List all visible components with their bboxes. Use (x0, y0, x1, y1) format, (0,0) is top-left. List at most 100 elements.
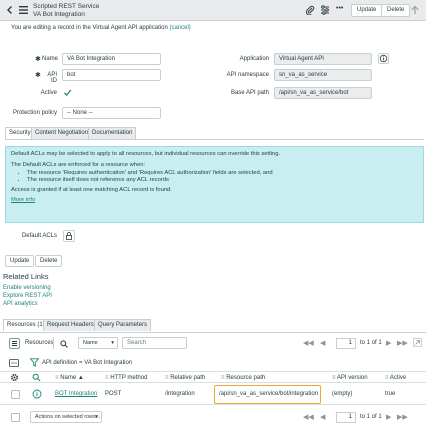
column-header-label: HTTP method (110, 375, 148, 381)
column-search-icon[interactable] (32, 373, 41, 382)
preview-info-icon[interactable] (32, 389, 42, 399)
hamburger-menu-icon[interactable] (19, 6, 28, 14)
column-menu-icon[interactable]: ≡ (55, 375, 59, 381)
footer-next-page-icon[interactable]: ▶ (386, 413, 391, 421)
form-title-record: VA Bot Integration (33, 10, 85, 18)
search-field-value: Name (83, 340, 98, 346)
tab-query-parameters[interactable]: Query Parameters (94, 319, 152, 331)
base-api-path-field: /api/sn_va_as_service/bot (274, 87, 372, 99)
column-menu-icon[interactable]: ≡ (332, 375, 336, 381)
next-page-icon[interactable]: ▶ (386, 339, 391, 347)
footer-first-page-icon[interactable]: ◀◀ (303, 413, 314, 421)
column-header-label: Resource path (226, 375, 266, 381)
cancel-link[interactable]: (cancel) (169, 25, 190, 31)
chevron-down-icon: ▾ (95, 414, 98, 420)
column-menu-icon[interactable]: ≡ (221, 375, 225, 381)
footer-page-number-input[interactable]: 1 (336, 412, 356, 423)
more-options-icon[interactable]: ••• (336, 5, 343, 12)
security-info-box: Default ACLs may be selected to apply to… (5, 146, 424, 223)
default-acls-label: Default ACLs (21, 233, 57, 239)
column-header-http-method[interactable]: ≡ HTTP method (105, 375, 147, 381)
actions-select[interactable]: Actions on selected rows... ▾ (30, 411, 102, 423)
row-http-method: POST (105, 391, 122, 397)
column-header-name[interactable]: ≡ Name ▲ (55, 375, 84, 381)
search-field-select[interactable]: Name ▾ (78, 337, 118, 349)
search-icon (60, 340, 68, 350)
name-label: Name (42, 56, 59, 62)
actions-select-value: Actions on selected rows... (35, 414, 101, 420)
delete-button[interactable]: Delete (381, 4, 411, 17)
settings-sliders-icon[interactable] (320, 5, 330, 15)
active-checkbox[interactable] (63, 88, 72, 97)
page-total: to 1 of 1 (360, 340, 382, 346)
filter-breadcrumb[interactable]: API definition = VA Bot Integration (42, 360, 132, 366)
column-header-relative-path[interactable]: ≡ Relative path (165, 375, 205, 381)
page-number-input[interactable]: 1 (336, 338, 356, 349)
notice-text: You are editing a record in the Virtual … (11, 25, 168, 31)
row-checkbox[interactable] (11, 390, 20, 399)
related-links-heading: Related Links (3, 272, 49, 281)
footer-page-total: to 1 of 1 (360, 414, 382, 420)
last-page-icon[interactable]: ▶▶ (397, 339, 408, 347)
row-resource-path: /api/sn_va_as_service/bot/integration (219, 391, 319, 397)
filter-icon[interactable] (29, 358, 40, 367)
prev-page-icon[interactable]: ◀ (320, 339, 325, 347)
gear-icon[interactable] (10, 373, 19, 382)
collapse-filter-icon[interactable] (9, 359, 19, 367)
column-header-resource-path[interactable]: ≡ Resource path (221, 375, 265, 381)
tab-content-negotiation[interactable]: Content Negotiation (31, 127, 93, 139)
column-header-label: Active (389, 375, 407, 381)
first-page-icon[interactable]: ◀◀ (303, 339, 314, 347)
info-list: The resource 'Requires authentication' a… (11, 170, 418, 184)
form-title: Scripted REST Service VA Bot Integration (33, 3, 99, 18)
application-info-icon[interactable] (378, 53, 389, 64)
list-title: Resources (25, 340, 54, 346)
select-all-checkbox[interactable] (11, 413, 20, 422)
lock-icon[interactable] (63, 230, 75, 242)
attachment-icon[interactable] (305, 5, 315, 16)
application-field: Virtual Agent API (274, 53, 372, 65)
tab-divider (5, 139, 424, 140)
chevron-down-icon: ▾ (111, 340, 114, 346)
tab-resources[interactable]: Resources (1) (3, 319, 49, 331)
column-header-label: API version (336, 375, 368, 381)
protection-policy-value: -- None -- (67, 110, 93, 116)
column-menu-icon[interactable]: ≡ (165, 375, 169, 381)
row-active: true (385, 391, 396, 397)
collapse-list-icon[interactable] (413, 338, 422, 347)
active-label: Active (40, 90, 57, 96)
info-bullet: The resource 'Requires authentication' a… (27, 170, 418, 177)
enable-versioning-link[interactable]: Enable versioning (3, 285, 51, 291)
api-analytics-link[interactable]: API analytics (3, 301, 38, 307)
api-id-field[interactable]: bot (62, 69, 161, 81)
tab-documentation[interactable]: Documentation (88, 127, 137, 139)
list-search-input[interactable]: Search (122, 337, 187, 349)
api-id-label: API ID (47, 72, 57, 84)
column-header-api-version[interactable]: ≡ API version (332, 375, 368, 381)
name-field[interactable]: VA Bot Integration (62, 53, 161, 65)
bottom-update-button[interactable]: Update (5, 255, 35, 267)
footer-last-page-icon[interactable]: ▶▶ (397, 413, 408, 421)
row-name-link[interactable]: BOT Integration (55, 391, 97, 397)
tab-request-headers[interactable]: Request Headers (43, 319, 98, 331)
back-icon[interactable] (5, 5, 15, 15)
more-info-link[interactable]: More info (11, 197, 35, 203)
info-paragraph: The Default ACLs are enforced for a reso… (11, 162, 146, 168)
protection-policy-select[interactable]: -- None -- (62, 107, 161, 119)
update-button[interactable]: Update (351, 4, 383, 17)
info-paragraph: Access is granted if at least one matchi… (11, 187, 172, 193)
column-menu-icon[interactable]: ≡ (105, 375, 109, 381)
app-scope-notice: You are editing a record in the Virtual … (0, 22, 426, 34)
column-header-label: Relative path (170, 375, 206, 381)
application-label: Application (239, 56, 269, 62)
bottom-delete-button[interactable]: Delete (35, 255, 63, 267)
explore-rest-api-link[interactable]: Explore REST API (3, 293, 52, 299)
form-title-table: Scripted REST Service (33, 3, 100, 10)
footer-prev-page-icon[interactable]: ◀ (320, 413, 325, 421)
column-menu-icon[interactable]: ≡ (385, 375, 389, 381)
list-menu-icon[interactable] (9, 338, 20, 349)
column-header-active[interactable]: ≡ Active (385, 375, 406, 381)
info-bullet: The resource itself does not reference a… (27, 177, 418, 184)
scroll-up-icon[interactable] (410, 5, 420, 15)
row-api-version: (empty) (332, 391, 353, 397)
